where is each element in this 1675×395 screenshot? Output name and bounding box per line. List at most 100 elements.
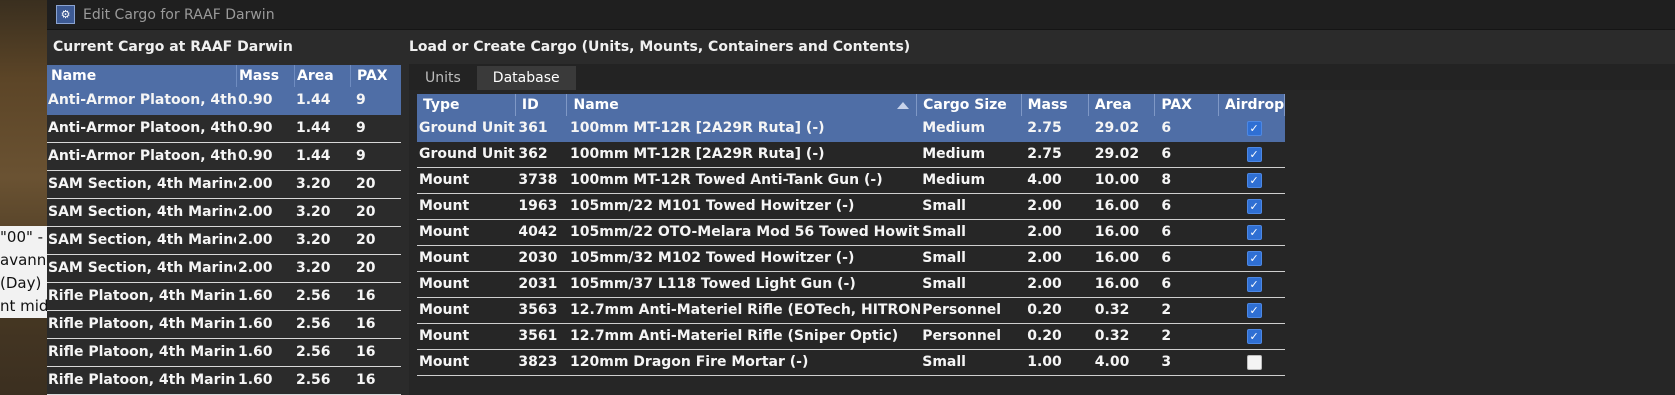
cargo-tabs: Units Database <box>409 64 1675 90</box>
table-row[interactable]: Mount 3738 100mm MT-12R Towed Anti-Tank Gu… <box>417 168 1285 194</box>
cargo-name-cell: Anti-Armor Platoon, 4th ... <box>48 120 236 136</box>
airdrop-checkbox[interactable]: ✓ <box>1246 173 1262 188</box>
area-cell: 10.00 <box>1094 172 1140 188</box>
id-cell: 362 <box>518 146 548 162</box>
column-header-area[interactable]: Area <box>294 65 350 87</box>
table-row[interactable]: Anti-Armor Platoon, 4th ...0.901.449 <box>47 143 411 171</box>
airdrop-checkbox[interactable]: ✓ <box>1246 303 1262 318</box>
load-create-cargo-header: Load or Create Cargo (Units, Mounts, Con… <box>409 39 911 55</box>
airdrop-checkbox[interactable]: ✓ <box>1246 147 1262 162</box>
cargo-area-cell: 1.44 <box>296 148 331 164</box>
airdrop-checkbox[interactable]: ✓ <box>1246 199 1262 214</box>
type-cell: Ground Unit <box>419 120 515 136</box>
type-cell: Mount <box>419 302 470 318</box>
column-header-cargo-size[interactable]: Cargo Size <box>917 94 1022 116</box>
tab-database[interactable]: Database <box>476 66 576 90</box>
name-cell: 105mm/22 M101 Towed Howitzer (-) <box>570 198 855 214</box>
table-row[interactable]: Rifle Platoon, 4th Marine ...1.602.5616 <box>47 311 411 339</box>
database-table: Type ID Name Cargo Size Mass Area PAX Ai… <box>417 94 1285 376</box>
column-header-name[interactable]: Name <box>47 65 236 87</box>
mass-cell: 2.00 <box>1027 250 1062 266</box>
mass-cell: 4.00 <box>1027 172 1062 188</box>
cargo-name-cell: SAM Section, 4th Marine ... <box>48 260 236 276</box>
airdrop-cell: ✓ <box>1223 324 1285 349</box>
cargo-name-cell: SAM Section, 4th Marine ... <box>48 232 236 248</box>
pax-cell: 3 <box>1161 354 1172 370</box>
airdrop-cell: ✓ <box>1223 116 1285 141</box>
id-cell: 3738 <box>518 172 558 188</box>
column-header-airdrop[interactable]: Airdrop <box>1219 94 1285 116</box>
id-cell: 3563 <box>518 302 558 318</box>
pax-cell: 2 <box>1161 328 1172 344</box>
cargo-mass-cell: 2.00 <box>238 176 273 192</box>
cargo-name-cell: SAM Section, 4th Marine ... <box>48 204 236 220</box>
table-row[interactable]: Rifle Platoon, 4th Marine ...1.602.5616 <box>47 283 411 311</box>
airdrop-checkbox[interactable]: ✓ <box>1246 355 1262 370</box>
type-cell: Mount <box>419 250 470 266</box>
current-cargo-header: Current Cargo at RAAF Darwin <box>53 39 293 55</box>
cargo-mass-cell: 2.00 <box>238 204 273 220</box>
column-header-id[interactable]: ID <box>516 94 568 116</box>
area-cell: 16.00 <box>1094 224 1140 240</box>
window-title: Edit Cargo for RAAF Darwin <box>83 6 275 23</box>
mass-cell: 2.00 <box>1027 224 1062 240</box>
table-header: Name Mass Area PAX <box>47 65 411 87</box>
name-cell: 100mm MT-12R Towed Anti-Tank Gun (-) <box>570 172 883 188</box>
type-cell: Ground Unit <box>419 146 515 162</box>
table-row[interactable]: Rifle Platoon, 4th Marine ...1.602.5616 <box>47 367 411 395</box>
column-header-mass[interactable]: Mass <box>236 65 294 87</box>
table-row[interactable]: Mount 2030 105mm/32 M102 Towed Howitzer (-… <box>417 246 1285 272</box>
name-cell: 105mm/32 M102 Towed Howitzer (-) <box>570 250 855 266</box>
type-cell: Mount <box>419 276 470 292</box>
load-create-cargo-panel: Load or Create Cargo (Units, Mounts, Con… <box>401 31 1675 395</box>
airdrop-checkbox[interactable]: ✓ <box>1246 225 1262 240</box>
airdrop-checkbox[interactable]: ✓ <box>1246 121 1262 136</box>
table-row[interactable]: Mount 4042 105mm/22 OTO-Melara Mod 56 Towe… <box>417 220 1285 246</box>
tab-units[interactable]: Units <box>409 66 477 90</box>
table-row[interactable]: SAM Section, 4th Marine ...2.003.2020 <box>47 255 411 283</box>
airdrop-cell: ✓ <box>1223 194 1285 219</box>
table-row[interactable]: Ground Unit 361 100mm MT-12R [2A29R Ruta] … <box>417 116 1285 142</box>
type-cell: Mount <box>419 172 470 188</box>
airdrop-checkbox[interactable]: ✓ <box>1246 277 1262 292</box>
table-row[interactable]: Rifle Platoon, 4th Marine ...1.602.5616 <box>47 339 411 367</box>
table-row[interactable]: Anti-Armor Platoon, 4th ...0.901.449 <box>47 87 411 115</box>
column-header-pax[interactable]: PAX <box>1155 94 1219 116</box>
area-cell: 29.02 <box>1094 146 1140 162</box>
id-cell: 2030 <box>518 250 558 266</box>
id-cell: 3561 <box>518 328 558 344</box>
database-grid-area: Type ID Name Cargo Size Mass Area PAX Ai… <box>409 90 1675 395</box>
airdrop-cell: ✓ <box>1223 246 1285 271</box>
cargo-mass-cell: 1.60 <box>238 372 273 388</box>
table-row[interactable]: Mount 2031 105mm/37 L118 Towed Light Gun (… <box>417 272 1285 298</box>
sort-ascending-icon <box>897 102 910 109</box>
table-row[interactable]: Mount 3823 120mm Dragon Fire Mortar (-) Sma… <box>417 350 1285 376</box>
pax-cell: 6 <box>1161 276 1172 292</box>
cargo-size-cell: Small <box>922 250 966 266</box>
table-row[interactable]: Mount 1963 105mm/22 M101 Towed Howitzer (-… <box>417 194 1285 220</box>
background-map: "00" - avanna (Day) nt mido <box>0 0 60 395</box>
table-row[interactable]: SAM Section, 4th Marine ...2.003.2020 <box>47 227 411 255</box>
airdrop-checkbox[interactable]: ✓ <box>1246 251 1262 266</box>
airdrop-cell: ✓ <box>1223 142 1285 167</box>
table-row[interactable]: Mount 3561 12.7mm Anti-Materiel Rifle (Sni… <box>417 324 1285 350</box>
cargo-area-cell: 1.44 <box>296 92 331 108</box>
table-row[interactable]: SAM Section, 4th Marine ...2.003.2020 <box>47 199 411 227</box>
name-cell: 12.7mm Anti-Materiel Rifle (Sniper Optic… <box>570 328 899 344</box>
table-row[interactable]: Ground Unit 362 100mm MT-12R [2A29R Ruta] … <box>417 142 1285 168</box>
cargo-mass-cell: 1.60 <box>238 316 273 332</box>
column-header-mass[interactable]: Mass <box>1022 94 1089 116</box>
column-header-name[interactable]: Name <box>567 94 918 116</box>
cargo-area-cell: 2.56 <box>296 316 331 332</box>
cargo-mass-cell: 1.60 <box>238 288 273 304</box>
pax-cell: 6 <box>1161 120 1172 136</box>
airdrop-checkbox[interactable]: ✓ <box>1246 329 1262 344</box>
column-header-area[interactable]: Area <box>1089 94 1156 116</box>
table-row[interactable]: Mount 3563 12.7mm Anti-Materiel Rifle (EOT… <box>417 298 1285 324</box>
table-row[interactable]: Anti-Armor Platoon, 4th ...0.901.449 <box>47 115 411 143</box>
id-cell: 1963 <box>518 198 558 214</box>
cargo-size-cell: Medium <box>922 146 986 162</box>
title-bar[interactable]: ⚙ Edit Cargo for RAAF Darwin <box>47 0 1675 30</box>
column-header-type[interactable]: Type <box>417 94 516 116</box>
table-row[interactable]: SAM Section, 4th Marine ...2.003.2020 <box>47 171 411 199</box>
